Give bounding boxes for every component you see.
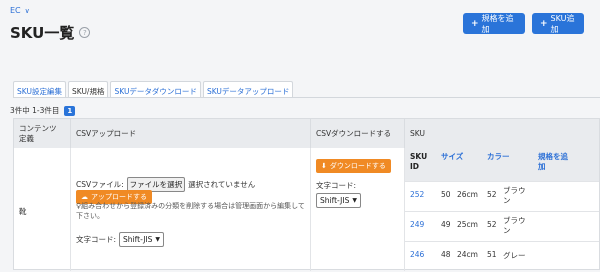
size-value: 24cm <box>457 250 478 259</box>
table-row: 246 48 24cm 51 グレー <box>405 241 599 272</box>
sku-id-link[interactable]: 249 <box>410 220 424 229</box>
chevron-down-icon: ▼ <box>352 197 357 204</box>
download-encoding-select[interactable]: Shift-JIS ▼ <box>316 193 361 208</box>
size-header-link[interactable]: サイズ <box>441 152 463 162</box>
color-code: 51 <box>487 250 497 259</box>
table-row: 靴 CSVファイル: ファイルを選択 選択されていません ☁ アップロードする … <box>14 148 599 271</box>
chevron-down-icon: ▼ <box>155 236 161 243</box>
encoding-label: 文字コード: <box>76 235 117 244</box>
size-value: 26cm <box>457 190 478 199</box>
color-value: ブラウ ン <box>503 216 526 235</box>
add-spec-button-label: 規格を追加 <box>481 13 514 34</box>
upload-icon: ☁ <box>81 193 88 201</box>
page-title: SKU一覧 ? <box>10 22 91 43</box>
chevron-down-icon: ∨ <box>24 6 30 15</box>
breadcrumb-ec[interactable]: EC ∨ <box>10 6 30 15</box>
table-header: コンテンツ 定義 CSVアップロード CSVダウンロードする SKU <box>14 119 599 148</box>
download-encoding-field: 文字コード: Shift-JIS ▼ <box>316 180 361 208</box>
tab-sku-spec[interactable]: SKU/規格 <box>67 81 109 98</box>
header-sku: SKU <box>410 129 425 138</box>
add-spec-link[interactable]: 規格を追 加 <box>538 152 568 172</box>
encoding-field: 文字コード: Shift-JIS ▼ <box>76 232 165 247</box>
plus-icon: + <box>540 18 548 29</box>
size-code: 48 <box>441 250 451 259</box>
row-label: 靴 <box>19 207 27 216</box>
breadcrumb-label[interactable]: EC <box>10 6 21 15</box>
color-value: グレー <box>503 251 526 260</box>
encoding-label: 文字コード: <box>316 181 357 190</box>
add-sku-button-label: SKU追加 <box>550 13 575 34</box>
warning-message: 組み合わせから登録済みの分類を削除する場合は管理画面から編集して下さい。 <box>76 202 305 220</box>
sku-subtable: SKU ID サイズ カラー 規格を追 加 252 50 26cm 52 ブラウ… <box>405 148 599 271</box>
sku-id-link[interactable]: 252 <box>410 190 424 199</box>
plus-icon: + <box>471 18 479 29</box>
tab-sku-download[interactable]: SKUデータダウンロード <box>110 81 201 98</box>
sku-id-link[interactable]: 246 <box>410 250 424 259</box>
csv-file-label: CSVファイル: <box>76 180 124 189</box>
cell-csv-download: ⬇ ダウンロードする 文字コード: Shift-JIS ▼ <box>311 148 405 271</box>
page-title-text: SKU一覧 <box>10 24 75 42</box>
result-count-text: 3件中 1-3件目 <box>10 106 60 115</box>
encoding-select[interactable]: Shift-JIS ▼ <box>119 232 165 247</box>
pagination-page[interactable]: 1 <box>64 105 76 116</box>
cell-content: 靴 <box>14 148 71 271</box>
header-csv-download: CSVダウンロードする <box>311 119 405 148</box>
table-row: 249 49 25cm 52 ブラウ ン <box>405 211 599 242</box>
cell-sku: SKU ID サイズ カラー 規格を追 加 252 50 26cm 52 ブラウ… <box>405 148 599 271</box>
sku-subtable-header: SKU ID サイズ カラー 規格を追 加 <box>405 148 599 181</box>
header-csv-upload: CSVアップロード <box>71 119 311 148</box>
color-code: 52 <box>487 190 497 199</box>
no-file-text: 選択されていません <box>188 180 256 189</box>
encoding-value: Shift-JIS <box>320 196 350 205</box>
table-row: 252 50 26cm 52 ブラウ ン <box>405 181 599 212</box>
color-code: 52 <box>487 220 497 229</box>
download-button-label: ダウンロードする <box>329 162 386 170</box>
result-count: 3件中 1-3件目 1 <box>10 105 76 116</box>
sku-id-header: SKU ID <box>410 152 428 171</box>
cell-csv-upload: CSVファイル: ファイルを選択 選択されていません ☁ アップロードする ♀組… <box>71 148 311 271</box>
download-button[interactable]: ⬇ ダウンロードする <box>316 159 391 173</box>
encoding-value: Shift-JIS <box>123 235 153 244</box>
help-icon[interactable]: ? <box>79 27 91 38</box>
warning-text: ♀組み合わせから登録済みの分類を削除する場合は管理画面から編集して下さい。 <box>76 201 308 221</box>
download-icon: ⬇ <box>321 162 327 170</box>
add-spec-button[interactable]: + 規格を追加 <box>463 13 525 34</box>
add-sku-button[interactable]: + SKU追加 <box>532 13 584 34</box>
sku-table: コンテンツ 定義 CSVアップロード CSVダウンロードする SKU 靴 CSV… <box>13 118 600 271</box>
header-content: コンテンツ 定義 <box>14 119 71 148</box>
size-value: 25cm <box>457 220 478 229</box>
color-value: ブラウ ン <box>503 186 526 205</box>
tab-sku-upload[interactable]: SKUデータアップロード <box>202 81 294 98</box>
size-code: 50 <box>441 190 451 199</box>
color-header-link[interactable]: カラー <box>487 152 510 162</box>
size-code: 49 <box>441 220 451 229</box>
tab-bar: SKU設定編集 SKU/規格 SKUデータダウンロード SKUデータアップロード <box>13 81 294 98</box>
tab-divider <box>13 97 600 98</box>
tab-sku-settings[interactable]: SKU設定編集 <box>13 81 66 98</box>
